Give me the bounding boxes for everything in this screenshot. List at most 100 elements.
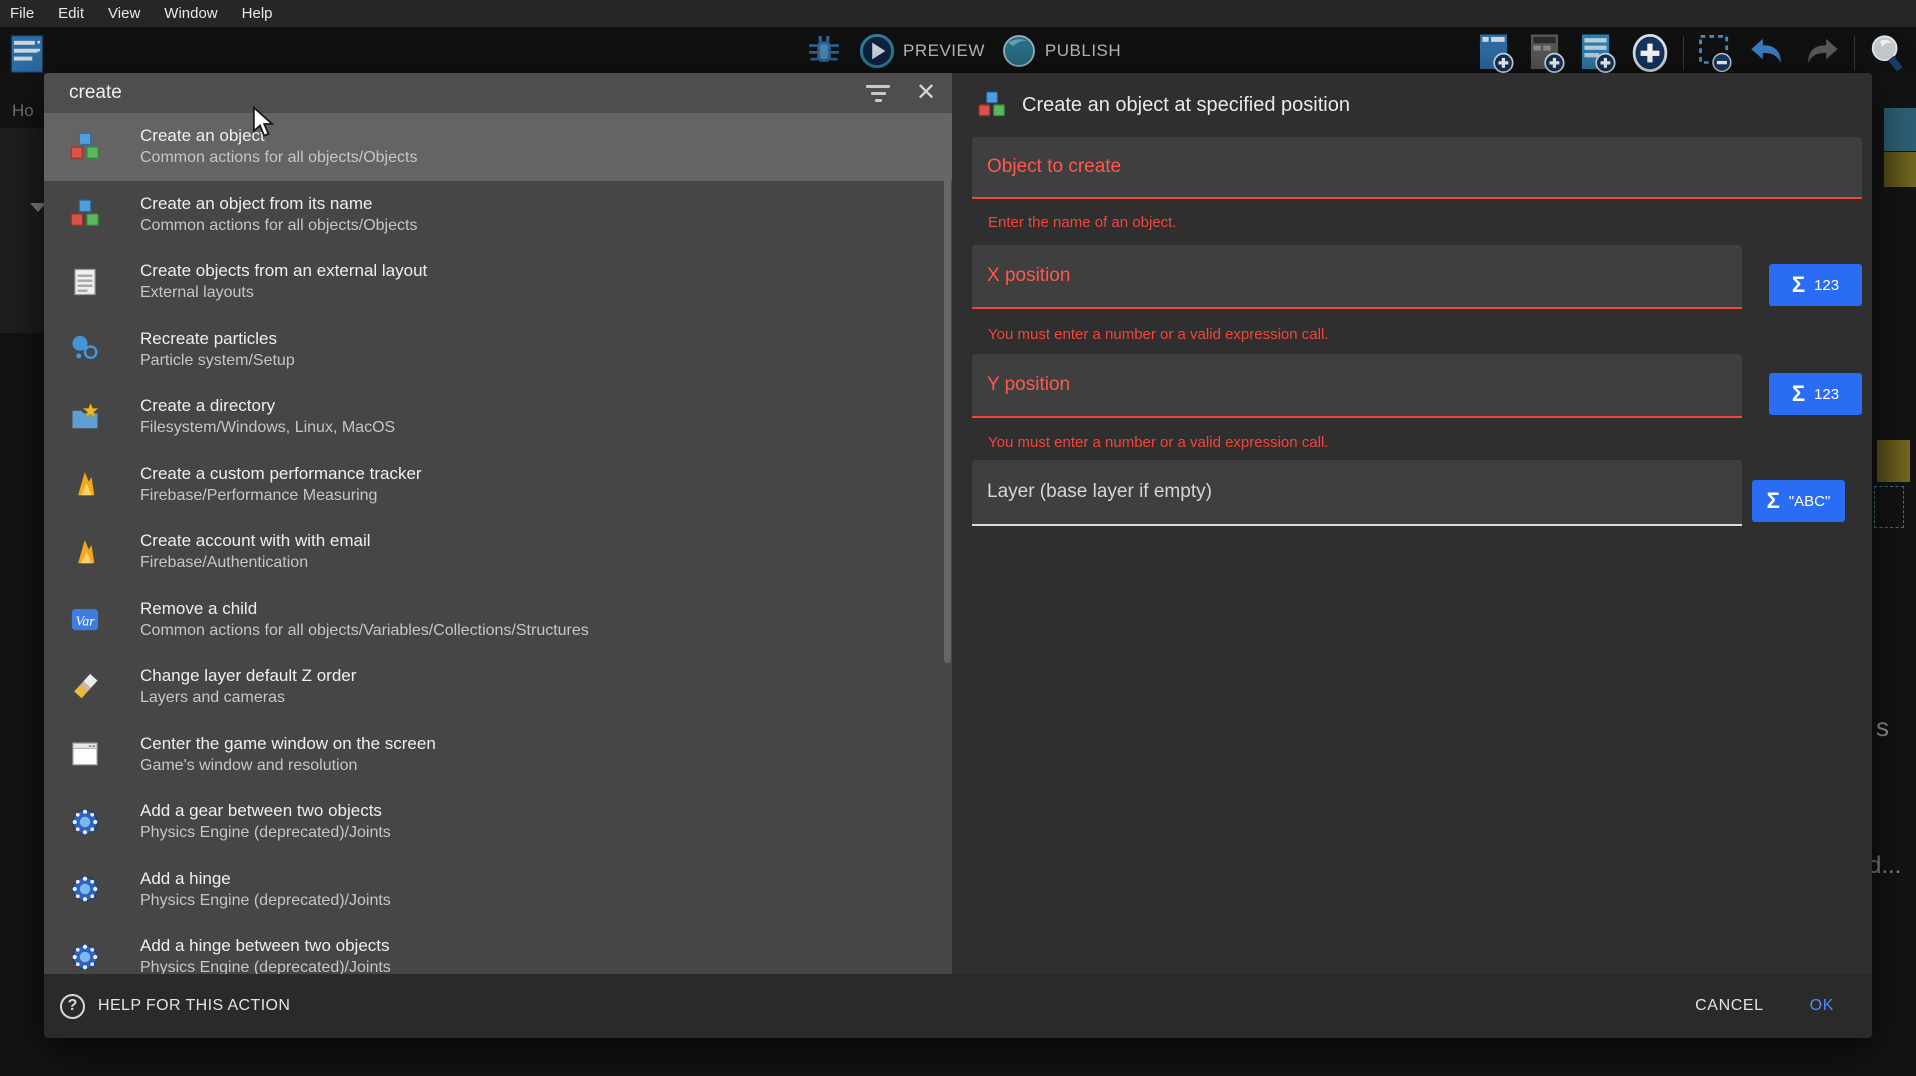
layer-expression-builder-button[interactable]: Σ "ABC" — [1752, 480, 1845, 522]
add-extension-icon[interactable] — [1528, 32, 1566, 74]
action-list-item[interactable]: Create objects from an external layout E… — [44, 248, 952, 316]
action-title: Create objects from an external layout — [140, 261, 427, 281]
filter-icon[interactable] — [856, 85, 900, 102]
y-expression-builder-button[interactable]: Σ 123 — [1769, 373, 1862, 415]
action-title: Create a directory — [140, 396, 395, 416]
x-field-label: X position — [972, 265, 1070, 287]
gear-icon — [70, 874, 100, 904]
remove-selection-icon[interactable] — [1697, 32, 1735, 74]
window-icon — [70, 739, 100, 769]
firebase-icon — [70, 469, 100, 499]
x-expression-builder-button[interactable]: Σ 123 — [1769, 264, 1862, 306]
action-list-item[interactable]: Create an object from its name Common ac… — [44, 181, 952, 249]
action-group-path: Firebase/Authentication — [140, 554, 371, 572]
background-text-fragment: s — [1876, 712, 1889, 743]
action-group-path: Layers and cameras — [140, 689, 356, 707]
action-group-path: Physics Engine (deprecated)/Joints — [140, 959, 391, 974]
action-list-item[interactable]: Create account with with email Firebase/… — [44, 518, 952, 586]
x-position-field[interactable]: X position — [972, 245, 1742, 309]
cubes-icon — [70, 132, 100, 162]
action-group-path: Physics Engine (deprecated)/Joints — [140, 824, 391, 842]
search-input[interactable] — [44, 82, 856, 104]
action-list-item[interactable]: Center the game window on the screen Gam… — [44, 721, 952, 789]
y-position-field[interactable]: Y position — [972, 354, 1742, 418]
ok-button[interactable]: OK — [1810, 997, 1834, 1015]
menu-file[interactable]: File — [10, 5, 34, 22]
background-panel-edge — [0, 128, 44, 333]
action-search-panel: ✕ Create an object Common actions for al… — [44, 73, 952, 974]
action-group-path: Filesystem/Windows, Linux, MacOS — [140, 419, 395, 437]
menu-help[interactable]: Help — [242, 5, 273, 22]
menu-bar: File Edit View Window Help — [0, 0, 1916, 27]
play-icon — [859, 33, 895, 69]
menu-edit[interactable]: Edit — [58, 5, 84, 22]
search-bar: ✕ — [44, 73, 952, 113]
undo-icon[interactable] — [1748, 35, 1788, 71]
panel-header: Create an object at specified position — [952, 73, 1872, 137]
action-title: Add a hinge between two objects — [140, 936, 391, 956]
dialog-footer: ? HELP FOR THIS ACTION CANCEL OK — [44, 974, 1872, 1038]
action-list-item[interactable]: Add a hinge between two objects Physics … — [44, 923, 952, 974]
layer-field[interactable]: Layer (base layer if empty) — [972, 460, 1742, 526]
add-scene-icon[interactable] — [1477, 32, 1515, 74]
close-icon[interactable]: ✕ — [900, 73, 952, 113]
action-list-item[interactable]: Recreate particles Particle system/Setup — [44, 316, 952, 384]
cancel-button[interactable]: CANCEL — [1695, 997, 1764, 1015]
object-to-create-field[interactable]: Object to create — [972, 137, 1862, 199]
cubes-icon — [978, 91, 1006, 119]
action-title: Create an object — [140, 126, 417, 146]
var-icon — [70, 604, 100, 634]
home-tab-fragment: Ho — [12, 101, 34, 121]
mouse-cursor — [252, 106, 274, 138]
add-external-layout-icon[interactable] — [1579, 32, 1617, 74]
project-manager-icon[interactable] — [8, 33, 46, 75]
action-list-item[interactable]: Add a gear between two objects Physics E… — [44, 788, 952, 856]
publish-button[interactable]: PUBLISH — [1001, 33, 1121, 69]
action-list-item[interactable]: Create a custom performance tracker Fire… — [44, 451, 952, 519]
action-group-path: External layouts — [140, 284, 427, 302]
action-group-path: Common actions for all objects/Objects — [140, 217, 417, 235]
sigma-icon: Σ — [1767, 490, 1780, 512]
action-group-path: Common actions for all objects/Variables… — [140, 622, 589, 640]
search-tool-icon[interactable] — [1868, 31, 1906, 75]
gear-icon — [70, 942, 100, 972]
debugger-bug-icon[interactable] — [805, 32, 843, 70]
particles-icon — [70, 334, 100, 364]
background-tile-teal — [1884, 108, 1916, 151]
background-tile-olive — [1877, 440, 1910, 482]
add-icon[interactable] — [1630, 33, 1670, 73]
scrollbar-thumb[interactable] — [944, 115, 951, 663]
eraser-icon — [70, 672, 100, 702]
cubes-icon — [70, 199, 100, 229]
object-field-error: Enter the name of an object. — [988, 214, 1176, 231]
y-field-error: You must enter a number or a valid expre… — [988, 434, 1328, 451]
action-title: Change layer default Z order — [140, 666, 356, 686]
action-title: Remove a child — [140, 599, 589, 619]
background-text-fragment: d... — [1868, 852, 1901, 880]
menu-view[interactable]: View — [108, 5, 140, 22]
question-mark-icon: ? — [60, 994, 85, 1019]
action-list-item[interactable]: Create an object Common actions for all … — [44, 113, 952, 181]
sigma-icon: Σ — [1792, 274, 1805, 296]
menu-window[interactable]: Window — [164, 5, 217, 22]
action-title: Create an object from its name — [140, 194, 417, 214]
background-tile-olive — [1884, 152, 1916, 187]
action-title: Recreate particles — [140, 329, 295, 349]
background-selection-outline — [1874, 486, 1904, 528]
action-list-item[interactable]: Create a directory Filesystem/Windows, L… — [44, 383, 952, 451]
sigma-icon: Σ — [1792, 383, 1805, 405]
firebase-icon — [70, 537, 100, 567]
preview-button[interactable]: PREVIEW — [859, 33, 985, 69]
help-button[interactable]: ? HELP FOR THIS ACTION — [60, 994, 290, 1019]
action-group-path: Game's window and resolution — [140, 757, 436, 775]
preview-label: PREVIEW — [903, 41, 985, 61]
panel-title: Create an object at specified position — [1022, 94, 1350, 117]
action-title: Create account with with email — [140, 531, 371, 551]
action-list-item[interactable]: Remove a child Common actions for all ob… — [44, 586, 952, 654]
action-title: Add a gear between two objects — [140, 801, 391, 821]
action-group-path: Firebase/Performance Measuring — [140, 487, 422, 505]
redo-icon[interactable] — [1801, 35, 1841, 71]
action-list-item[interactable]: Change layer default Z order Layers and … — [44, 653, 952, 721]
action-list-item[interactable]: Add a hinge Physics Engine (deprecated)/… — [44, 856, 952, 924]
layout-doc-icon — [70, 267, 100, 297]
